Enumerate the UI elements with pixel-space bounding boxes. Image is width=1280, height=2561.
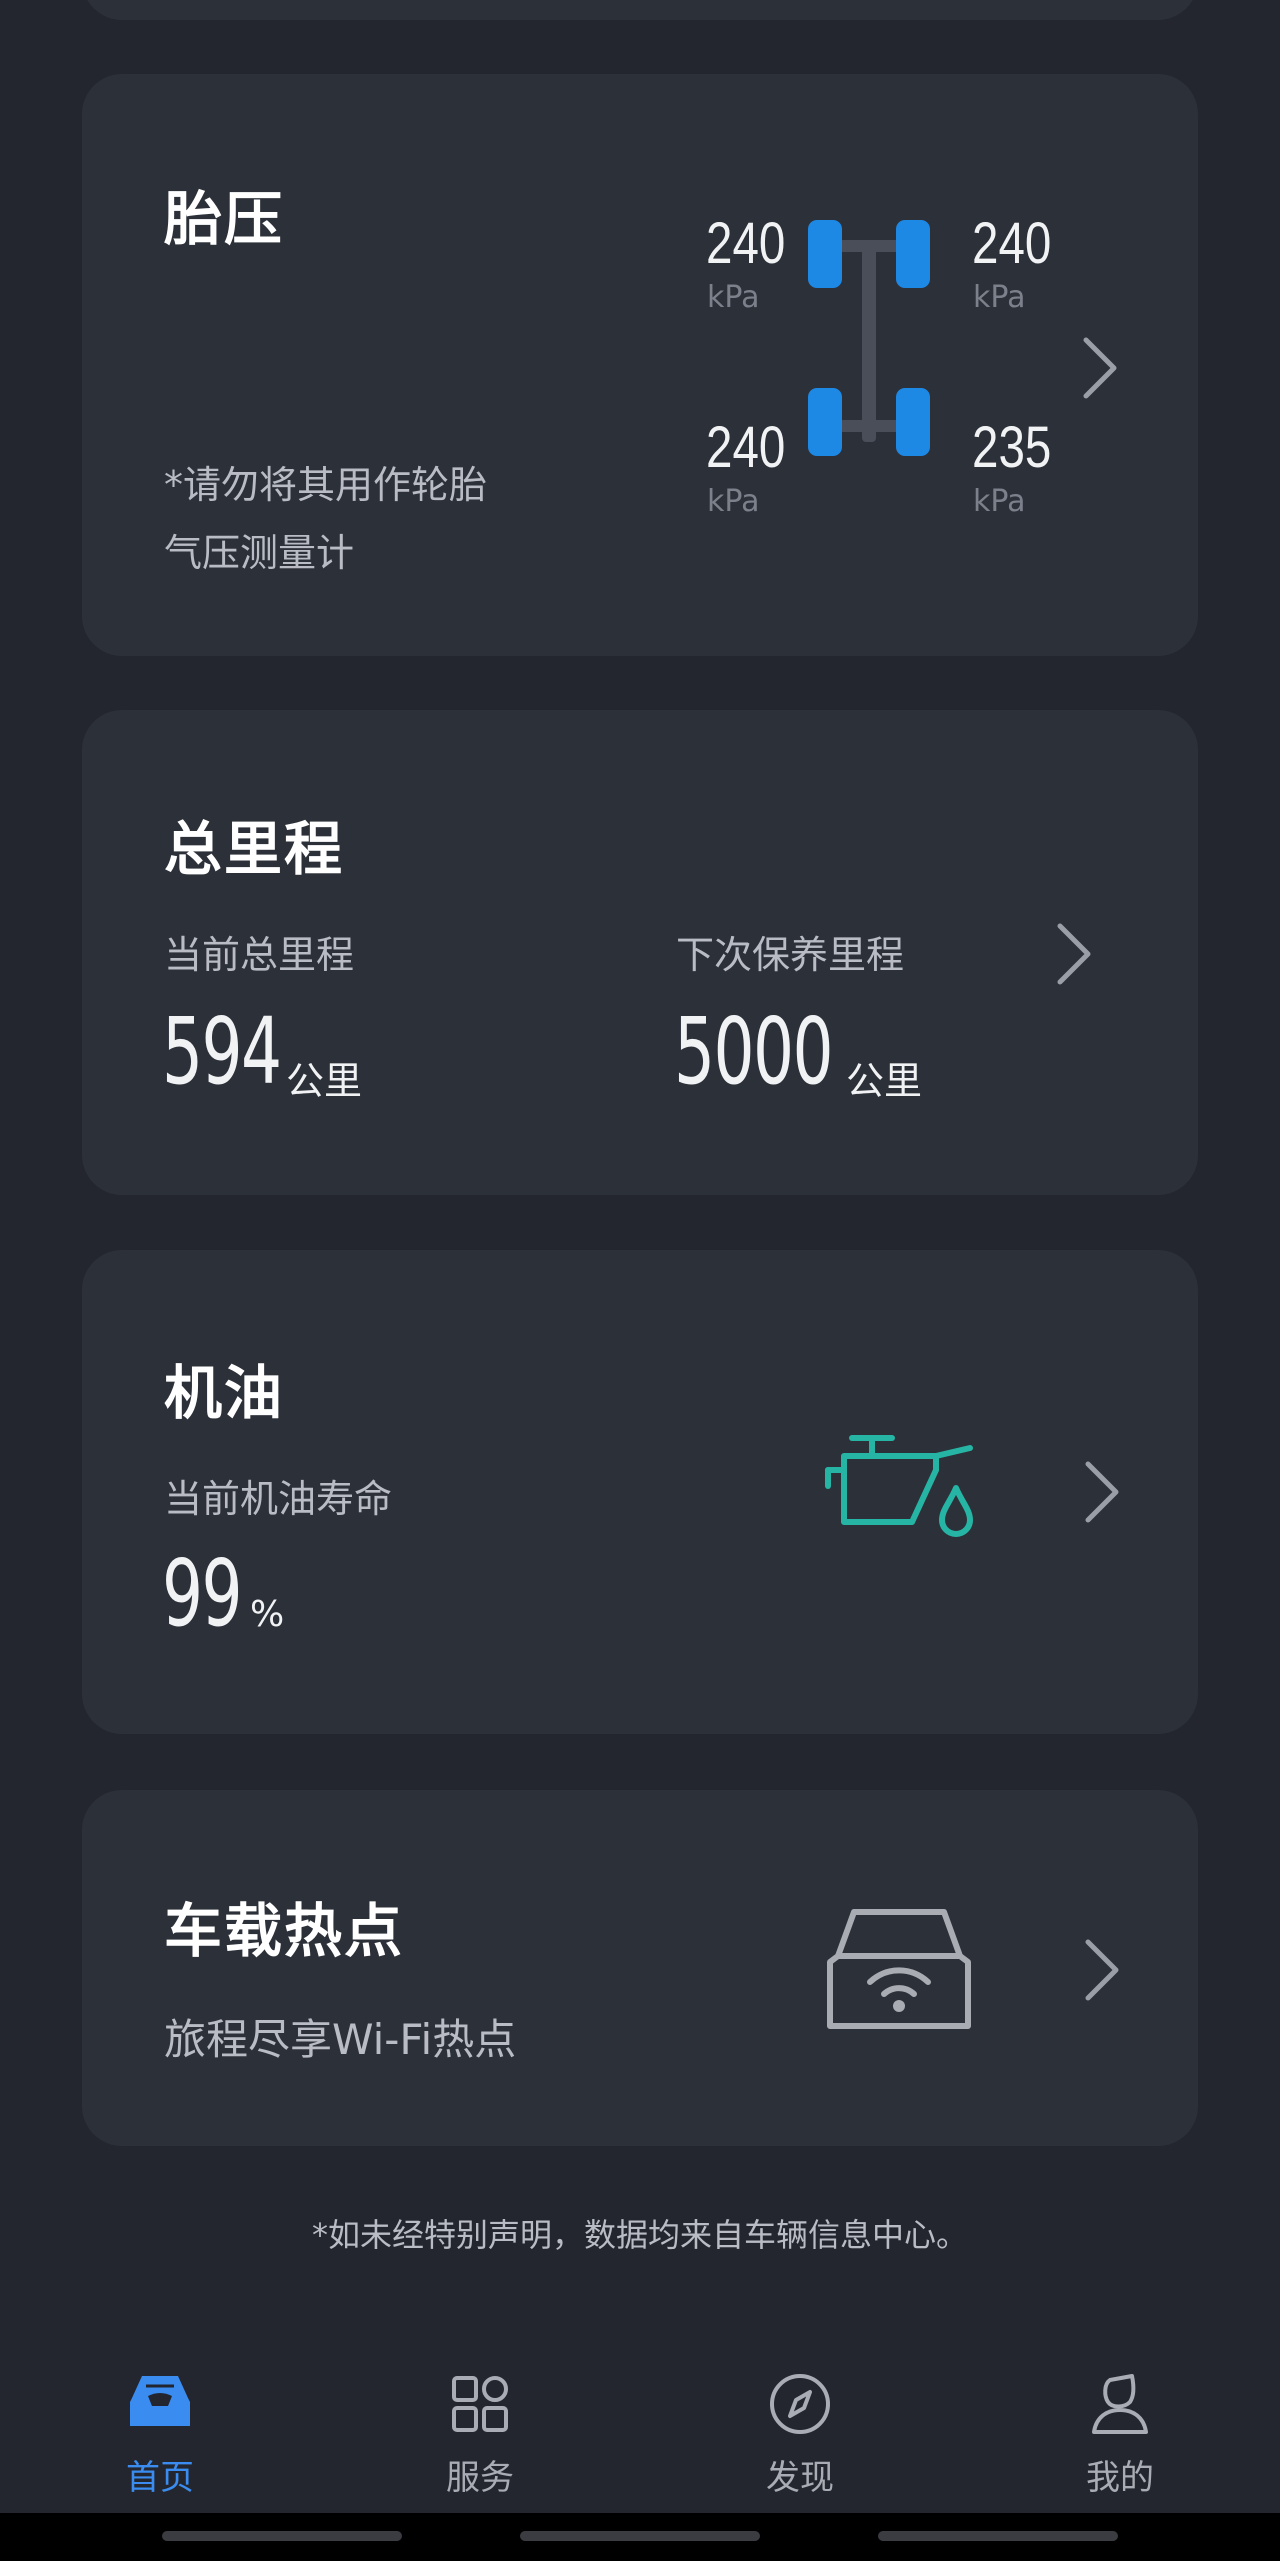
next-service-unit: 公里 [846, 1059, 923, 1103]
hotspot-title: 车载热点 [164, 1897, 405, 1965]
current-mileage-unit: 公里 [286, 1059, 363, 1103]
profile-icon [1092, 2374, 1148, 2434]
tire-rear-left-value: 240 [706, 415, 786, 480]
mileage-title: 总里程 [164, 815, 345, 883]
tire-rear-right-value: 235 [972, 415, 1052, 480]
nav-tab-discover-label: 发现 [766, 2458, 834, 2498]
tire-front-left-unit: kPa [707, 280, 760, 315]
compass-icon [770, 2374, 830, 2434]
current-mileage-label: 当前总里程 [164, 933, 355, 977]
tire-pressure-card[interactable]: 胎压 *请勿将其用作轮胎 气压测量计 240 kPa 240 kPa 240 k… [82, 74, 1198, 656]
tire-front-right-value: 240 [972, 211, 1052, 276]
current-mileage-value: 594 [162, 998, 282, 1105]
chevron-right-icon[interactable] [1054, 922, 1094, 986]
nav-tab-home-label: 首页 [126, 2458, 194, 2498]
nav-tab-profile[interactable]: 我的 [960, 2330, 1280, 2513]
system-nav-pill-left[interactable] [162, 2531, 402, 2541]
oil-can-icon [825, 1435, 973, 1537]
chevron-right-icon[interactable] [1082, 1460, 1122, 1524]
system-nav-pill-right[interactable] [878, 2531, 1118, 2541]
grid-services-icon [452, 2376, 508, 2432]
car-wifi-icon [827, 1909, 971, 2029]
tire-pressure-note-line2: 气压测量计 [164, 531, 355, 575]
tire-front-left-value: 240 [706, 211, 786, 276]
tire-pressure-note-line1: *请勿将其用作轮胎 [164, 463, 488, 507]
next-service-value: 5000 [674, 998, 834, 1105]
bottom-navigation: 首页 服务 发现 我的 [0, 2330, 1280, 2513]
car-home-icon [130, 2376, 190, 2426]
oil-life-label: 当前机油寿命 [164, 1477, 393, 1521]
oil-title: 机油 [164, 1359, 285, 1427]
nav-tab-services[interactable]: 服务 [320, 2330, 640, 2513]
oil-card[interactable]: 机油 当前机油寿命 99 % [82, 1250, 1198, 1734]
hotspot-subtitle: 旅程尽享Wi-Fi热点 [164, 2015, 517, 2064]
nav-tab-discover[interactable]: 发现 [640, 2330, 960, 2513]
hotspot-card[interactable]: 车载热点 旅程尽享Wi-Fi热点 [82, 1790, 1198, 2146]
tire-rear-right-unit: kPa [973, 484, 1026, 519]
oil-life-value: 99 [162, 1540, 243, 1647]
nav-tab-profile-label: 我的 [1086, 2458, 1154, 2498]
nav-tab-home[interactable]: 首页 [0, 2330, 320, 2513]
car-axle-diagram-icon [808, 220, 930, 456]
system-navigation-bar [0, 2513, 1280, 2561]
tire-rear-left-unit: kPa [707, 484, 760, 519]
chevron-right-icon[interactable] [1080, 336, 1120, 400]
mileage-card[interactable]: 总里程 当前总里程 594 公里 下次保养里程 5000 公里 [82, 710, 1198, 1195]
data-source-footnote: *如未经特别声明，数据均来自车辆信息中心。 [311, 2216, 968, 2254]
chevron-right-icon[interactable] [1082, 1938, 1122, 2002]
next-service-label: 下次保养里程 [676, 933, 905, 977]
tire-front-right-unit: kPa [973, 280, 1026, 315]
nav-tab-services-label: 服务 [446, 2458, 514, 2498]
system-nav-pill-center[interactable] [520, 2531, 760, 2541]
previous-card-bottom [82, 0, 1198, 20]
oil-life-unit: % [250, 1594, 285, 1635]
tire-pressure-title: 胎压 [164, 185, 285, 253]
